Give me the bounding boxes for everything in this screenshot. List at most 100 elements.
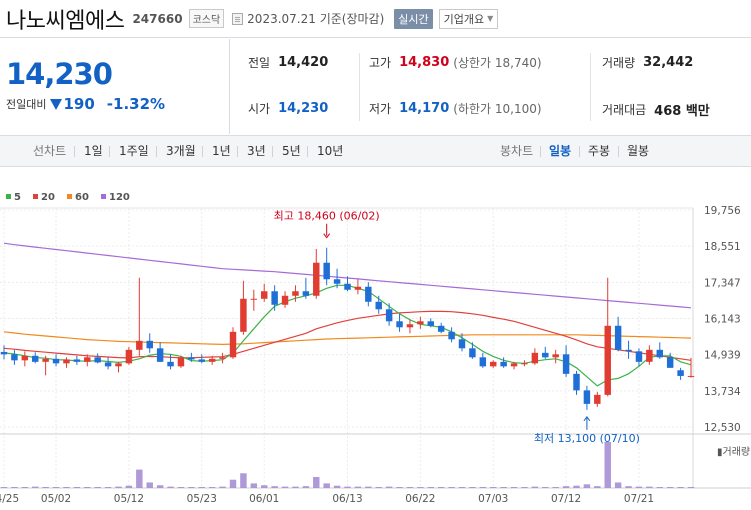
high-label: 고가 [369,56,392,70]
change-percent: -1.32% [106,95,166,113]
stock-name: 나노씨엠에스 [6,8,125,34]
tab-divider [109,146,110,157]
candle [63,357,70,368]
candle-body [500,361,507,367]
volume-bar [542,487,549,488]
chart-legend: 5 20 60 120 [6,192,130,203]
candle [646,345,653,365]
volume-bars: ▮거래량 [0,442,750,488]
candle-body [261,291,268,299]
candle-body [604,325,611,395]
candle-body [167,361,174,367]
tab-period-5y[interactable]: 5년 [282,136,301,166]
open-value: 14,230 [278,101,329,116]
price-block: 14,230 전일대비 190 -1.32% [0,39,230,134]
legend-swatch [67,194,72,199]
candle-body [250,298,258,300]
candle-body [240,298,247,332]
tab-line-chart[interactable]: 선차트 [33,136,66,166]
volume-bar [448,487,455,488]
volume-bar [42,487,49,488]
candle [32,352,39,364]
legend-swatch [6,194,11,199]
legend-swatch [101,194,106,199]
tab-period-3m[interactable]: 3개월 [166,136,196,166]
volume-bar [583,484,591,488]
candle [583,385,591,410]
change-value: 190 [63,95,95,113]
volume-bar [11,487,18,488]
candle [271,285,278,311]
x-axis-labels: 04/25 05/02 05/12 05/23 06/01 06/13 06/22 07/03… [0,493,654,505]
volume-bar [437,487,445,488]
candle [490,360,497,368]
tab-period-10y[interactable]: 10년 [317,136,343,166]
candle [229,327,237,359]
high-cell: 고가 14,830 (상한가 18,740) [369,54,542,71]
volume-bar [136,469,143,488]
candle [656,342,663,359]
legend-label: 120 [109,192,130,203]
tab-period-1d[interactable]: 1일 [84,136,103,166]
volume-bar [229,479,237,488]
volume-bar [344,486,351,488]
candle [677,367,684,380]
candle [156,342,164,362]
candle [542,346,549,359]
candle-body [594,394,601,404]
candle-body [687,375,695,377]
tab-daily-candle[interactable]: 일봉 [549,136,571,166]
chart-annotations: 최고 18,460 (06/02) 최저 13,100 (07/10) [274,210,640,445]
change-label: 전일대비 [6,98,47,111]
tab-weekly-candle[interactable]: 주봉 [588,136,610,166]
volume-bar [219,486,226,488]
tab-candle-chart[interactable]: 봉차트 [500,136,533,166]
realtime-button[interactable]: 실시간 [394,8,433,29]
price-summary: 전일 14,420 고가 14,830 (상한가 18,740) 거래량 32,… [231,39,751,134]
candle-body [52,358,60,364]
tab-period-3y[interactable]: 3년 [247,136,266,166]
max-annotation: 최고 18,460 (06/02) [274,210,380,223]
volume-bar [385,486,393,488]
candle [115,361,122,373]
volume-bar [84,487,91,488]
y-tick-label: 16,143 [704,314,741,326]
candle [177,355,185,368]
candle-body [313,262,320,296]
candle [281,291,289,308]
candle [240,280,247,335]
candle [594,391,601,407]
stock-header: 나노씨엠에스 247660 코스닥 2023.07.21 기준(장마감) 실시간… [0,0,751,38]
tab-monthly-candle[interactable]: 월봉 [627,136,649,166]
x-tick-label: 05/02 [41,493,71,505]
candle-body [292,291,299,296]
down-arrow-icon [50,98,63,110]
candle [323,247,330,286]
company-overview-button[interactable]: 기업개요 ▼ [438,8,499,29]
tab-period-1w[interactable]: 1주일 [119,136,149,166]
volume-bar [490,487,497,488]
candle [250,289,258,311]
volume-bar [240,473,247,488]
candle-body [385,309,393,322]
candle-body [219,357,226,359]
open-label: 시가 [248,102,271,116]
x-tick-label: 06/22 [405,493,435,505]
candle-body [531,352,539,364]
candle-body [229,331,237,358]
volume-value: 32,442 [643,55,694,70]
stock-code: 247660 [132,11,183,26]
candle [261,283,268,302]
volume-bar [302,486,310,488]
volume-bar [167,486,174,488]
tab-divider [540,146,541,157]
base-date: 2023.07.21 기준(장마감) [247,12,385,26]
low-cell: 저가 14,170 (하한가 10,100) [369,100,542,117]
volume-bar [208,487,216,488]
candle-body [417,321,424,325]
candle-body [198,359,205,362]
tab-period-1y[interactable]: 1년 [212,136,231,166]
candle [125,346,133,365]
chart-svg: 5 20 60 120 최고 18,460 (06/02) 최저 13,100 (07/… [0,192,751,505]
amount-cell: 거래대금 468 백만 [602,100,710,119]
